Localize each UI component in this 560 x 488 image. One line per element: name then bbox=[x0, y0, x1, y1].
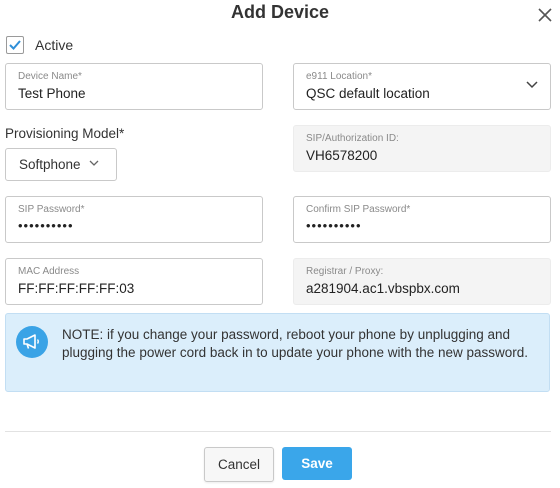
active-label: Active bbox=[35, 37, 74, 53]
cancel-button[interactable]: Cancel bbox=[204, 447, 274, 482]
confirm-sip-password-value: •••••••••• bbox=[306, 218, 362, 233]
chevron-down-icon bbox=[89, 160, 99, 166]
sip-password-field[interactable]: SIP Password* •••••••••• bbox=[5, 196, 263, 243]
active-checkbox[interactable] bbox=[6, 36, 24, 54]
note-text: NOTE: if you change your password, reboo… bbox=[62, 327, 529, 360]
sip-password-label: SIP Password* bbox=[18, 204, 85, 215]
sip-auth-id-label: SIP/Authorization ID: bbox=[306, 133, 399, 144]
provisioning-model-value: Softphone bbox=[19, 157, 81, 172]
device-name-label: Device Name* bbox=[18, 71, 82, 82]
provisioning-model-dropdown[interactable]: Softphone bbox=[5, 148, 117, 181]
confirm-sip-password-field[interactable]: Confirm SIP Password* •••••••••• bbox=[293, 196, 551, 243]
registrar-proxy-field: Registrar / Proxy: a281904.ac1.vbspbx.co… bbox=[293, 258, 551, 305]
dialog-title: Add Device bbox=[230, 2, 330, 22]
footer-divider bbox=[5, 431, 551, 432]
device-name-field[interactable]: Device Name* Test Phone bbox=[5, 63, 263, 110]
registrar-proxy-value: a281904.ac1.vbspbx.com bbox=[306, 281, 460, 296]
confirm-sip-password-label: Confirm SIP Password* bbox=[306, 204, 411, 215]
close-icon[interactable] bbox=[534, 4, 556, 26]
device-name-value: Test Phone bbox=[18, 86, 86, 101]
password-note-banner: NOTE: if you change your password, reboo… bbox=[5, 313, 550, 392]
mac-address-label: MAC Address bbox=[18, 266, 80, 277]
e911-location-value: QSC default location bbox=[306, 86, 430, 101]
save-button[interactable]: Save bbox=[282, 447, 352, 480]
chevron-down-icon bbox=[526, 81, 538, 89]
megaphone-icon bbox=[16, 326, 48, 358]
checkmark-icon bbox=[9, 40, 21, 50]
sip-password-value: •••••••••• bbox=[18, 218, 74, 233]
mac-address-field[interactable]: MAC Address FF:FF:FF:FF:FF:03 bbox=[5, 258, 263, 305]
provisioning-model-label: Provisioning Model* bbox=[5, 126, 125, 141]
e911-location-label: e911 Location* bbox=[306, 71, 372, 82]
registrar-proxy-label: Registrar / Proxy: bbox=[306, 266, 384, 277]
sip-auth-id-field: SIP/Authorization ID: VH6578200 bbox=[293, 125, 551, 172]
sip-auth-id-value: VH6578200 bbox=[306, 148, 378, 163]
e911-location-select[interactable]: e911 Location* QSC default location bbox=[293, 63, 551, 110]
mac-address-value: FF:FF:FF:FF:FF:03 bbox=[18, 281, 135, 296]
